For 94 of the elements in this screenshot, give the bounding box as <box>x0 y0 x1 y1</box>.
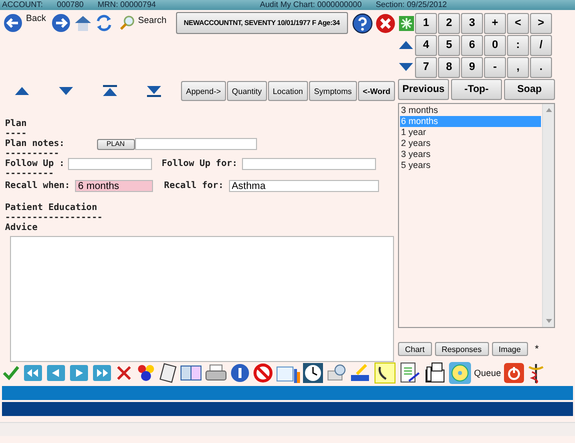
help-button[interactable] <box>352 12 373 34</box>
plan-heading: Plan <box>5 119 27 129</box>
phone-icon[interactable] <box>374 362 396 384</box>
refresh-button[interactable] <box>95 14 114 32</box>
advice-field[interactable] <box>10 236 394 362</box>
side-button[interactable]: Image <box>492 342 528 356</box>
asterisk-icon <box>398 16 414 30</box>
rule-text: ---------- <box>5 150 60 158</box>
rule-text: ------------------ <box>5 214 104 222</box>
power-icon[interactable] <box>504 363 524 383</box>
clipboard-icon[interactable] <box>159 363 177 383</box>
list-item[interactable]: 3 years <box>400 149 541 160</box>
prohibition-icon[interactable] <box>253 363 273 383</box>
edit-button[interactable]: Symptoms <box>308 81 357 101</box>
next-button[interactable] <box>69 363 89 383</box>
list-item[interactable]: 5 years <box>400 160 541 171</box>
keypad-key[interactable]: 0 <box>484 34 506 56</box>
keypad-key[interactable]: < <box>507 12 529 34</box>
list-item[interactable]: 1 year <box>400 127 541 138</box>
nav-button[interactable]: -Top- <box>451 79 502 100</box>
top-arrow-icon <box>103 85 117 97</box>
search-button[interactable]: Search <box>119 15 170 31</box>
balls-icon[interactable] <box>136 363 156 383</box>
list-item[interactable]: 3 months <box>400 105 541 116</box>
keypad-key[interactable]: 7 <box>415 56 437 78</box>
keypad-key[interactable]: 4 <box>415 34 437 56</box>
keypad-key[interactable]: , <box>507 56 529 78</box>
account-number: 000780 <box>56 1 84 9</box>
bottom-arrow-icon <box>147 85 161 97</box>
recall-for-label: Recall for: <box>164 181 224 191</box>
keypad-key[interactable]: 1 <box>415 12 437 34</box>
delete-icon[interactable] <box>115 364 133 382</box>
caduceus-icon[interactable] <box>527 362 546 384</box>
queue-label: Queue <box>474 368 502 378</box>
nav-button[interactable]: Soap <box>504 79 555 100</box>
plan-notes-field[interactable] <box>134 138 257 150</box>
keypad-key[interactable]: : <box>507 34 529 56</box>
close-button[interactable] <box>375 12 396 34</box>
clock-icon[interactable] <box>303 363 323 383</box>
mrn-label: MRN: 00000794 <box>98 1 156 9</box>
keypad-key[interactable]: 3 <box>461 12 483 34</box>
keypad-key[interactable]: 6 <box>461 34 483 56</box>
previous-button[interactable] <box>46 363 66 383</box>
follow-up-for-label: Follow Up for: <box>162 159 238 169</box>
rule-text: ---- <box>5 130 28 138</box>
keypad-key[interactable]: - <box>484 56 506 78</box>
follow-up-field[interactable] <box>68 158 152 170</box>
keypad-key[interactable]: . <box>530 56 552 78</box>
follow-up-for-field[interactable] <box>242 158 376 170</box>
keypad-key[interactable]: / <box>530 34 552 56</box>
follow-up-label: Follow Up : <box>5 159 65 169</box>
up-arrow-icon <box>15 87 29 95</box>
nav-button[interactable]: Previous <box>398 79 449 100</box>
forward-button[interactable] <box>51 13 72 33</box>
back-button[interactable]: Back <box>3 13 50 33</box>
rule-text: --------- <box>5 170 55 178</box>
fax-icon[interactable] <box>424 362 446 384</box>
edit-button[interactable]: <-Word <box>358 81 396 101</box>
keypad-key[interactable]: + <box>484 12 506 34</box>
down-arrow-icon <box>59 87 73 95</box>
plan-notes-label: Plan notes: <box>5 139 65 149</box>
keypad-key[interactable]: 5 <box>438 34 460 56</box>
pen-pad-icon[interactable] <box>349 363 371 383</box>
windows-icon[interactable] <box>180 363 202 383</box>
patient-education-heading: Patient Education <box>5 203 98 213</box>
account-label: ACCOUNT: <box>2 1 43 9</box>
recall-when-field[interactable]: 6 months <box>75 180 154 192</box>
keypad-key[interactable]: 9 <box>461 56 483 78</box>
printer-icon[interactable] <box>205 363 227 383</box>
document-pen-icon[interactable] <box>399 362 421 384</box>
recall-when-label: Recall when: <box>5 181 70 191</box>
edit-button[interactable]: Quantity <box>226 81 267 101</box>
up-arrow-icon <box>399 41 413 49</box>
keypad-key[interactable]: 2 <box>438 12 460 34</box>
fast-forward-button[interactable] <box>92 363 112 383</box>
recall-for-field[interactable]: Asthma <box>228 180 379 192</box>
list-item[interactable]: 2 years <box>400 138 541 149</box>
rewind-button[interactable] <box>23 363 43 383</box>
stamp-icon[interactable] <box>326 363 346 383</box>
side-button[interactable]: Responses <box>434 342 489 356</box>
audit-label: Audit My Chart: 0000000000 <box>260 1 362 9</box>
home-button[interactable] <box>73 13 94 33</box>
info-icon[interactable] <box>230 363 250 383</box>
advice-label: Advice <box>5 223 38 233</box>
check-icon[interactable] <box>2 364 20 382</box>
keypad-key[interactable]: > <box>530 12 552 34</box>
down-arrow-icon <box>399 63 413 71</box>
search-icon <box>119 15 136 31</box>
section-label: Section: 09/25/2012 <box>376 1 447 9</box>
keypad-key[interactable]: 8 <box>438 56 460 78</box>
edit-button[interactable]: Location <box>268 81 308 101</box>
asterisk-text: * <box>534 344 539 354</box>
side-button[interactable]: Chart <box>398 342 432 356</box>
edit-button[interactable]: Append-> <box>181 81 226 101</box>
